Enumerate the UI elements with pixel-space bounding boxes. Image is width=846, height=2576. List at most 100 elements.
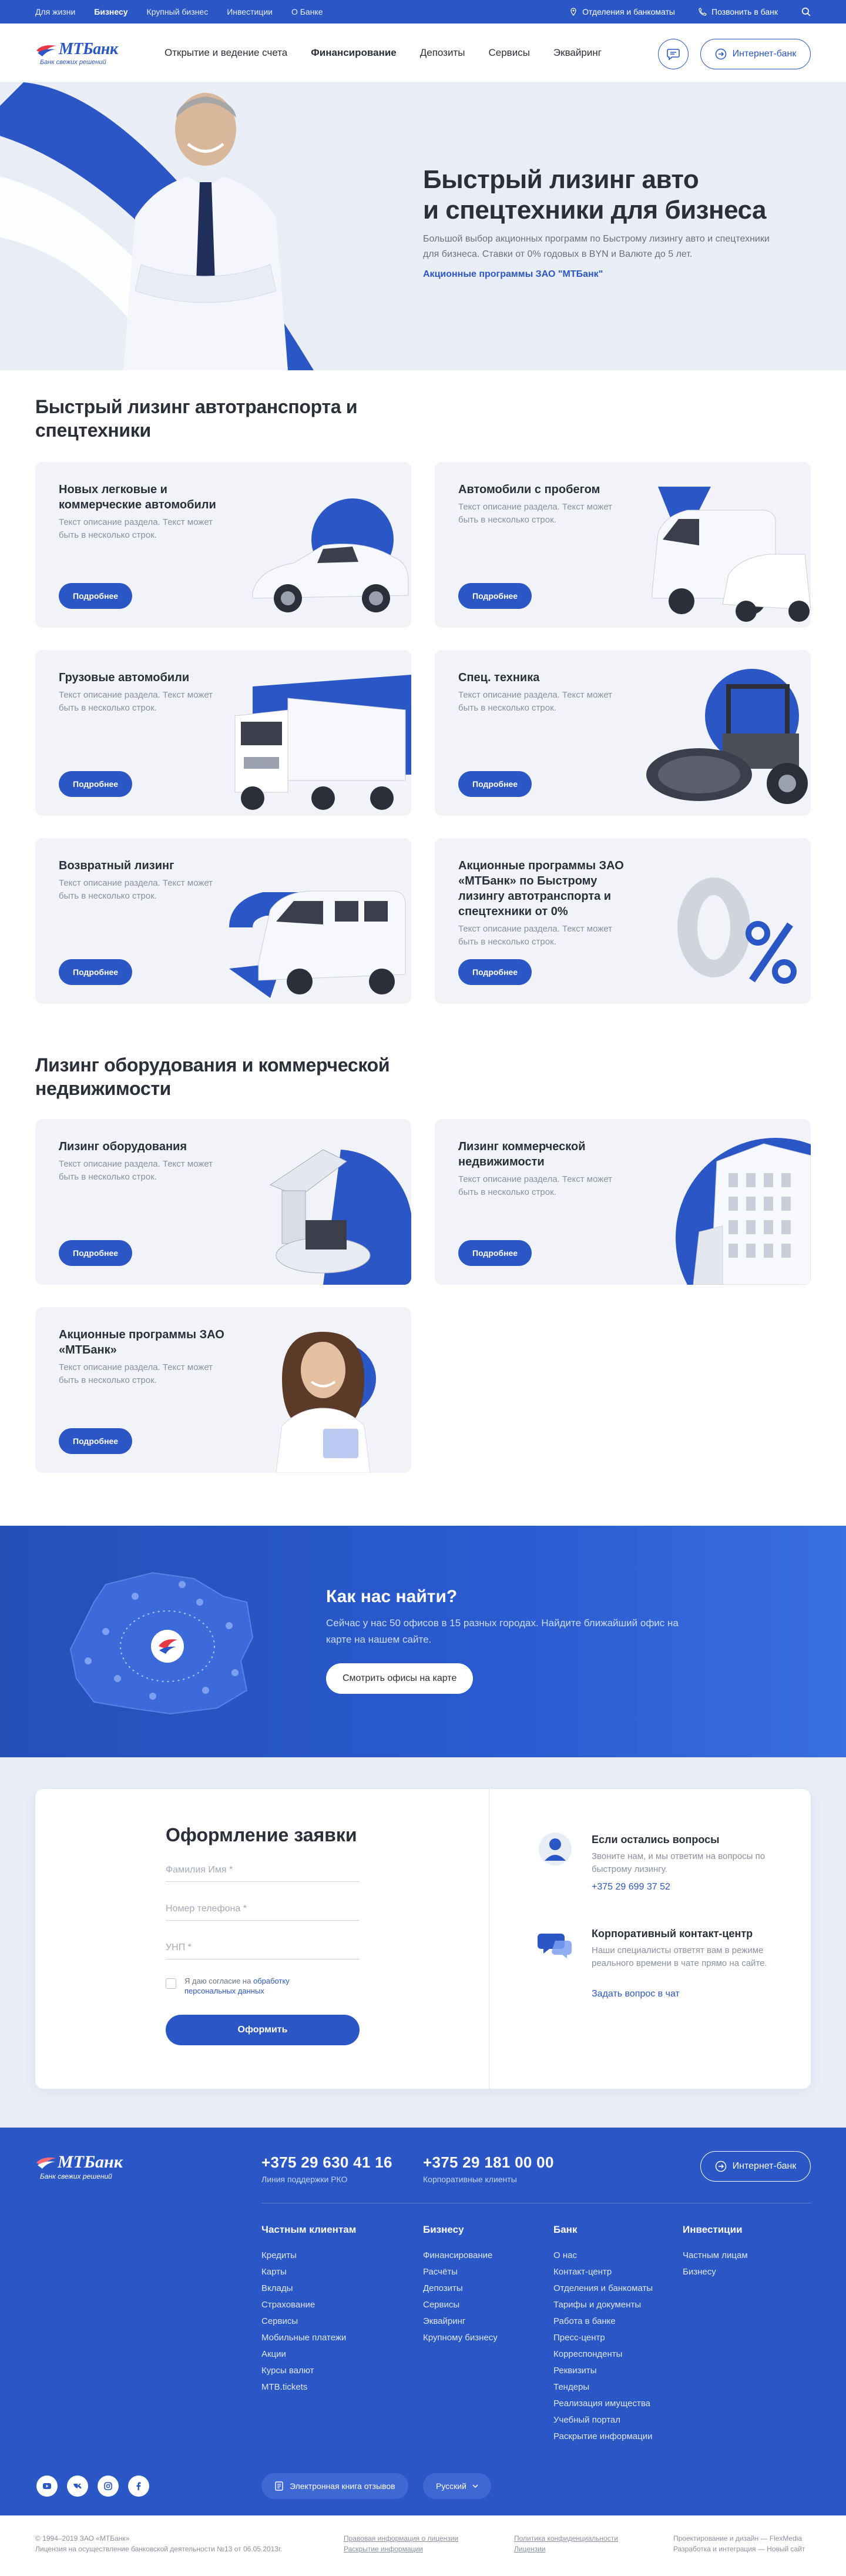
- footer-link[interactable]: Сервисы: [261, 2313, 356, 2330]
- vk-icon[interactable]: [67, 2475, 88, 2497]
- footer-link[interactable]: Карты: [261, 2264, 356, 2280]
- instagram-icon[interactable]: [98, 2475, 119, 2497]
- branches-link[interactable]: Отделения и банкоматы: [569, 7, 675, 16]
- card-more-button[interactable]: Подробнее: [59, 959, 133, 985]
- questions-phone[interactable]: +375 29 699 37 52: [592, 1882, 670, 1892]
- card-more-button[interactable]: Подробнее: [59, 1428, 133, 1454]
- footer-link[interactable]: Вклады: [261, 2280, 356, 2297]
- chat-icon: [667, 49, 680, 60]
- footer-link[interactable]: Эквайринг: [423, 2313, 498, 2330]
- footer-link[interactable]: Отделения и банкоматы: [553, 2280, 653, 2297]
- contact-center-block: Корпоративный контакт-центр Наши специал…: [538, 1925, 784, 2002]
- footer-link[interactable]: Финансирование: [423, 2247, 498, 2264]
- language-select[interactable]: Русский: [423, 2473, 491, 2499]
- legal-license-link[interactable]: Правовая информация о лицензии: [344, 2533, 458, 2544]
- card-more-button[interactable]: Подробнее: [59, 1240, 133, 1266]
- card-more-button[interactable]: Подробнее: [59, 583, 133, 609]
- card-more-button[interactable]: Подробнее: [458, 959, 532, 985]
- login-icon: [715, 48, 726, 60]
- footer-link[interactable]: Реквизиты: [553, 2363, 653, 2379]
- find-us-section: Как нас найти? Сейчас у нас 50 офисов в …: [0, 1526, 846, 1757]
- privacy-policy-link[interactable]: Политика конфиденциальности: [514, 2533, 618, 2544]
- chat-button[interactable]: [658, 39, 689, 69]
- card-more-button[interactable]: Подробнее: [458, 771, 532, 797]
- footer-link[interactable]: Пресс-центр: [553, 2330, 653, 2346]
- submit-button[interactable]: Оформить: [166, 2015, 360, 2045]
- ask-in-chat-link[interactable]: Задать вопрос в чат: [592, 1989, 680, 1999]
- card-promo-programs-2[interactable]: Акционные программы ЗАО «МТБанк» Текст о…: [35, 1307, 411, 1473]
- top-bar: Для жизни Бизнесу Крупный бизнес Инвести…: [0, 0, 846, 24]
- card-more-button[interactable]: Подробнее: [458, 583, 532, 609]
- footer-link[interactable]: Контакт-центр: [553, 2264, 653, 2280]
- hero-title-line2: и спецтехники для бизнеса: [423, 196, 767, 225]
- card-more-button[interactable]: Подробнее: [59, 771, 133, 797]
- footer-phone-rko[interactable]: +375 29 630 41 16: [261, 2153, 392, 2172]
- segment-investments[interactable]: Инвестиции: [227, 7, 273, 16]
- nav-deposits[interactable]: Депозиты: [420, 47, 465, 59]
- footer-link[interactable]: MTB.tickets: [261, 2379, 356, 2396]
- youtube-icon[interactable]: [36, 2475, 58, 2497]
- nav-financing[interactable]: Финансирование: [311, 47, 396, 59]
- card-new-cars[interactable]: Новых легковые и коммерческие автомобили…: [35, 462, 411, 628]
- card-more-button[interactable]: Подробнее: [458, 1240, 532, 1266]
- card-title: Спец. техника: [458, 671, 540, 684]
- nav-accounts[interactable]: Открытие и ведение счета: [164, 47, 287, 59]
- footer-link[interactable]: Акции: [261, 2346, 356, 2363]
- segment-about[interactable]: О Банке: [291, 7, 323, 16]
- card-title: Акционные программы ЗАО «МТБанк» по Быст…: [458, 859, 624, 918]
- card-equipment[interactable]: Лизинг оборудования Текст описание разде…: [35, 1119, 411, 1285]
- footer-link[interactable]: Работа в банке: [553, 2313, 653, 2330]
- segment-business[interactable]: Бизнесу: [94, 7, 127, 16]
- footer-link[interactable]: Курсы валют: [261, 2363, 356, 2379]
- footer-logo[interactable]: МТБанк Банк свежих решений: [35, 2152, 135, 2183]
- phone-input[interactable]: Номер телефона *: [166, 1897, 360, 1921]
- footer-col-private: Частным клиентам Кредиты Карты Вклады Ст…: [261, 2224, 356, 2396]
- card-commercial-realty[interactable]: Лизинг коммерческой недвижимости Текст о…: [435, 1119, 811, 1285]
- footer-link[interactable]: Раскрытие информации: [553, 2428, 653, 2445]
- footer-link[interactable]: Корреспонденты: [553, 2346, 653, 2363]
- search-icon[interactable]: [801, 7, 811, 16]
- footer-phone-corporate[interactable]: +375 29 181 00 00: [423, 2153, 554, 2172]
- footer-link[interactable]: Кредиты: [261, 2247, 356, 2264]
- footer-link[interactable]: Крупному бизнесу: [423, 2330, 498, 2346]
- card-used-cars[interactable]: Автомобили с пробегом Текст описание раз…: [435, 462, 811, 628]
- footer-link[interactable]: Бизнесу: [683, 2264, 748, 2280]
- footer-link[interactable]: Учебный портал: [553, 2412, 653, 2428]
- card-special-machinery[interactable]: Спец. техника Текст описание раздела. Те…: [435, 650, 811, 816]
- call-bank-link[interactable]: Позвонить в банк: [699, 7, 778, 16]
- footer-link[interactable]: О нас: [553, 2247, 653, 2264]
- consent-checkbox[interactable]: [166, 1978, 176, 1989]
- card-promo-programs[interactable]: Акционные программы ЗАО «МТБанк» по Быст…: [435, 838, 811, 1004]
- logo[interactable]: МТБанк Банк свежих решений: [35, 40, 129, 68]
- card-title: Лизинг коммерческой недвижимости: [458, 1140, 586, 1168]
- unp-input[interactable]: УНП *: [166, 1936, 360, 1959]
- card-desc: Текст описание раздела. Текст может быть…: [59, 1362, 213, 1385]
- footer-internet-bank-button[interactable]: Интернет-банк: [700, 2151, 811, 2182]
- footer-link[interactable]: Тендеры: [553, 2379, 653, 2396]
- hero-promo-link[interactable]: Акционные программы ЗАО "МТБанк": [423, 269, 603, 280]
- footer-link[interactable]: Мобильные платежи: [261, 2330, 356, 2346]
- footer-link[interactable]: Страхование: [261, 2297, 356, 2313]
- card-leaseback[interactable]: Возвратный лизинг Текст описание раздела…: [35, 838, 411, 1004]
- footer-link[interactable]: Сервисы: [423, 2297, 498, 2313]
- review-book-button[interactable]: Электронная книга отзывов: [261, 2473, 408, 2499]
- footer-link[interactable]: Реализация имущества: [553, 2396, 653, 2412]
- internet-bank-button[interactable]: Интернет-банк: [700, 39, 811, 69]
- licenses-link[interactable]: Лицензии: [514, 2544, 618, 2554]
- offices-map-button[interactable]: Смотрить офисы на карте: [326, 1663, 474, 1694]
- hero-title-line1: Быстрый лизинг авто: [423, 165, 699, 194]
- footer-logo-tagline: Банк свежих решений: [40, 2172, 112, 2180]
- segment-life[interactable]: Для жизни: [35, 7, 75, 16]
- legal-disclosure-link[interactable]: Раскрытие информации: [344, 2544, 458, 2554]
- nav-acquiring[interactable]: Эквайринг: [553, 47, 602, 59]
- footer-link[interactable]: Тарифы и документы: [553, 2297, 653, 2313]
- book-icon: [275, 2481, 283, 2491]
- segment-corporate[interactable]: Крупный бизнес: [147, 7, 209, 16]
- facebook-icon[interactable]: [128, 2475, 149, 2497]
- footer-link[interactable]: Частным лицам: [683, 2247, 748, 2264]
- footer-link[interactable]: Депозиты: [423, 2280, 498, 2297]
- name-input[interactable]: Фамилия Имя *: [166, 1858, 360, 1882]
- card-trucks[interactable]: Грузовые автомобили Текст описание разде…: [35, 650, 411, 816]
- footer-link[interactable]: Расчёты: [423, 2264, 498, 2280]
- nav-services[interactable]: Сервисы: [488, 47, 529, 59]
